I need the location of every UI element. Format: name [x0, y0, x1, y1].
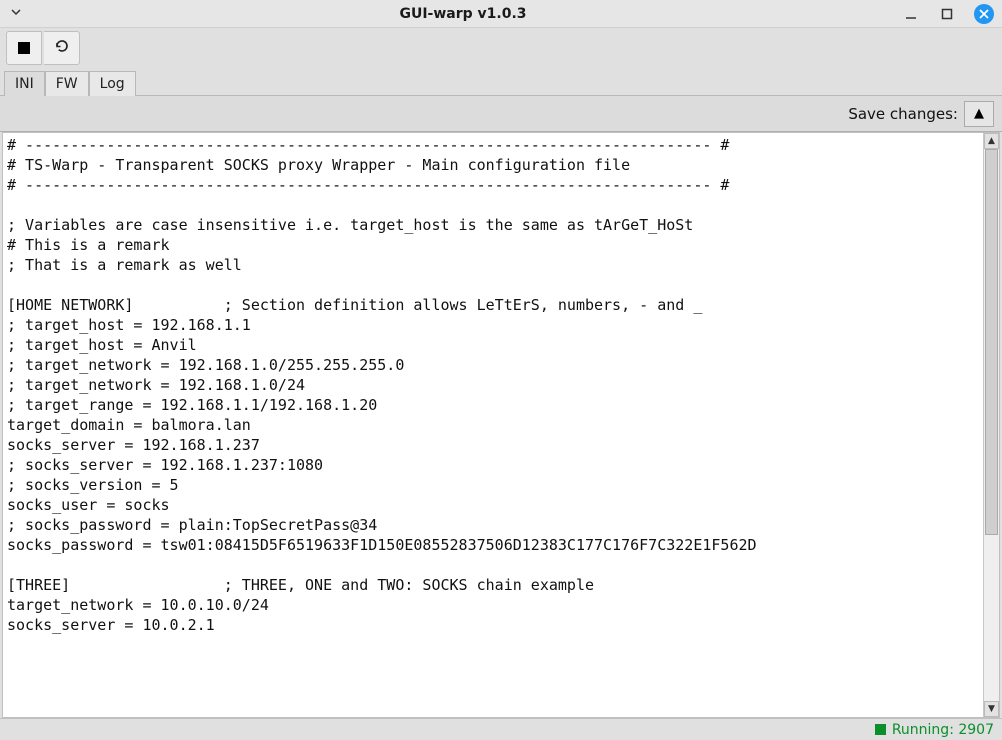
status-indicator-icon [875, 724, 886, 735]
config-editor[interactable]: # --------------------------------------… [3, 133, 983, 717]
scroll-thumb[interactable] [985, 149, 998, 535]
window-menu-icon[interactable] [8, 6, 24, 21]
window-title: GUI-warp v1.0.3 [24, 6, 902, 22]
triangle-up-icon: ▲ [974, 106, 984, 121]
close-button[interactable] [974, 4, 994, 24]
save-bar: Save changes: ▲ [0, 96, 1002, 132]
save-button[interactable]: ▲ [964, 101, 994, 127]
minimize-button[interactable] [902, 5, 920, 23]
scroll-up-button[interactable]: ▲ [984, 133, 999, 149]
titlebar: GUI-warp v1.0.3 [0, 0, 1002, 28]
vertical-scrollbar[interactable]: ▲ ▼ [983, 133, 999, 717]
toolbar [0, 28, 1002, 68]
stop-button[interactable] [6, 31, 42, 65]
editor-area: # --------------------------------------… [2, 132, 1000, 718]
save-changes-label: Save changes: [848, 105, 958, 123]
stop-icon [18, 42, 30, 54]
tab-ini[interactable]: INI [4, 71, 45, 96]
tab-row: INI FW Log [0, 68, 1002, 96]
window-controls [902, 4, 994, 24]
reload-button[interactable] [44, 31, 80, 65]
status-text: Running: 2907 [892, 722, 994, 738]
editor-text[interactable]: # --------------------------------------… [3, 133, 983, 637]
maximize-button[interactable] [938, 5, 956, 23]
status-bar: Running: 2907 [0, 718, 1002, 740]
app-window: GUI-warp v1.0.3 INI FW Log Save ch [0, 0, 1002, 740]
scroll-track[interactable] [984, 149, 999, 701]
tab-fw[interactable]: FW [45, 71, 89, 96]
tab-log[interactable]: Log [89, 71, 136, 96]
reload-icon [54, 38, 70, 58]
scroll-down-button[interactable]: ▼ [984, 701, 999, 717]
